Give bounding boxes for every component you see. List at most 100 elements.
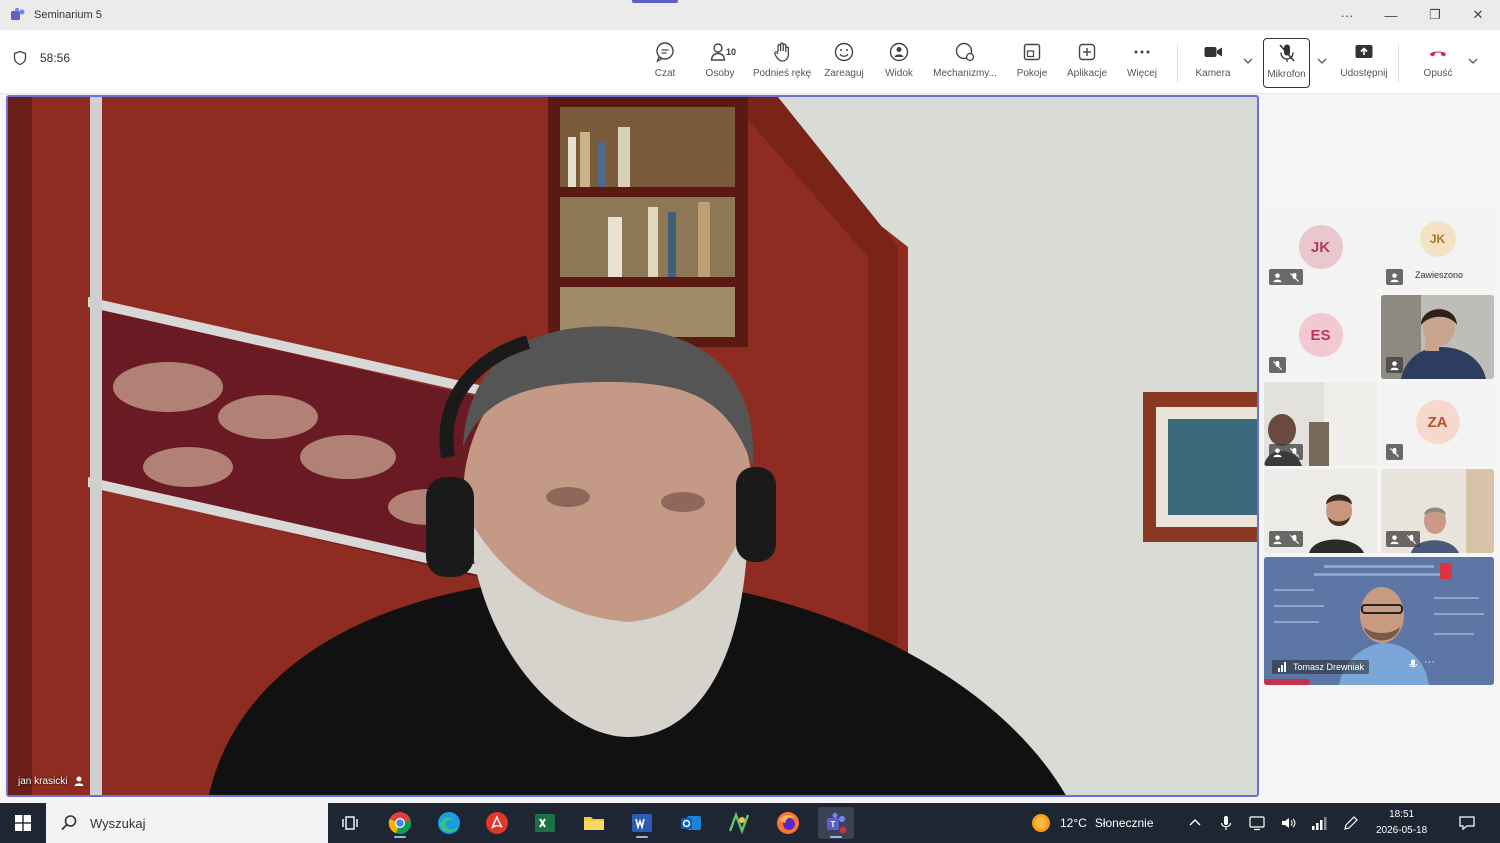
participant-status (1269, 269, 1303, 285)
participant-video-tile[interactable] (1381, 295, 1494, 379)
participant-icon (1273, 534, 1282, 544)
main-video-participant-name: jan krasicki (18, 775, 68, 787)
svg-text:T: T (831, 820, 836, 829)
shield-icon (13, 50, 27, 66)
speaking-bars-icon (1278, 662, 1286, 672)
rooms-button[interactable]: Pokoje (1004, 38, 1060, 88)
running-indicator (830, 836, 842, 838)
participant-status (1269, 531, 1303, 547)
task-view-glyph-icon (342, 816, 358, 830)
share-button[interactable]: Udostępnij (1336, 38, 1392, 88)
mic-label: Mikrofon (1267, 69, 1306, 80)
chat-button[interactable]: Czat (637, 38, 693, 88)
participant-avatar: ES (1298, 313, 1343, 357)
participant-icon (74, 776, 84, 786)
participant-tile[interactable]: JK Zawieszono (1381, 207, 1494, 291)
taskbar-clock[interactable]: 18:51 2026-05-18 (1376, 807, 1427, 839)
camera-chevron-down-icon[interactable] (1241, 54, 1255, 68)
acrobat-glyph-icon (486, 812, 508, 834)
network-icon[interactable] (1310, 814, 1328, 832)
participant-tile[interactable]: ES (1264, 295, 1377, 379)
teams-taskbar-icon[interactable]: T (818, 807, 854, 839)
mic-off-icon (1272, 360, 1283, 370)
speaker-tile[interactable]: Tomasz Drewniak ··· (1264, 557, 1494, 685)
file-explorer-icon[interactable] (576, 807, 612, 839)
maps-glyph-icon (728, 811, 750, 835)
mic-off-icon (1406, 534, 1417, 544)
speaker-video-feed (8, 97, 1257, 795)
raise-hand-button[interactable]: Podnieś rękę (753, 38, 811, 88)
close-button[interactable]: ✕ (1456, 0, 1500, 30)
rooms-label: Pokoje (1016, 68, 1048, 79)
participant-icon (1390, 360, 1399, 370)
running-indicator (636, 836, 648, 838)
outlook-icon[interactable] (673, 807, 709, 839)
chevron-up-icon[interactable] (1186, 814, 1204, 832)
display-tray-icon[interactable] (1248, 814, 1266, 832)
apps-label: Aplikacje (1066, 68, 1108, 79)
participant-video-tile[interactable] (1264, 469, 1377, 553)
mic-off-icon (1289, 272, 1300, 282)
apps-plus-icon (1078, 43, 1096, 61)
hand-icon (774, 42, 790, 62)
excel-icon[interactable] (527, 807, 563, 839)
leave-label: Opuść (1423, 68, 1453, 79)
mic-button[interactable]: Mikrofon (1263, 38, 1310, 88)
word-icon[interactable] (624, 807, 660, 839)
folder-icon (584, 817, 604, 830)
camera-label: Kamera (1195, 68, 1231, 79)
edge-glyph-icon (438, 812, 460, 834)
edge-icon[interactable] (431, 807, 467, 839)
camera-button[interactable]: Kamera (1185, 38, 1241, 88)
chrome-glyph-icon (388, 812, 411, 835)
participant-status (1269, 444, 1303, 460)
mic-off-icon (1389, 447, 1400, 457)
participant-video-tile[interactable] (1264, 382, 1377, 466)
microphone-tray-icon[interactable] (1217, 814, 1235, 832)
share-screen-icon (1355, 45, 1373, 58)
apps-button[interactable]: Aplikacje (1059, 38, 1115, 88)
notifications-icon[interactable] (1458, 814, 1476, 832)
maps-app-icon[interactable] (721, 807, 757, 839)
toolbar-divider (1398, 44, 1399, 82)
volume-icon[interactable] (1279, 814, 1297, 832)
windows-taskbar: Wyszukaj T 12°C Słonecznie 18:51 2026-05… (0, 803, 1500, 843)
more-options-icon[interactable]: ··· (1325, 0, 1369, 30)
taskbar-search[interactable]: Wyszukaj (46, 803, 328, 843)
main-video[interactable]: jan krasicki (6, 95, 1259, 797)
firefox-icon[interactable] (770, 807, 806, 839)
chrome-icon[interactable] (382, 807, 418, 839)
react-button[interactable]: Zareaguj (816, 38, 872, 88)
chat-label: Czat (654, 68, 676, 79)
weather-description: Słonecznie (1094, 816, 1154, 830)
speaker-tile-name: Tomasz Drewniak (1272, 660, 1370, 674)
people-button[interactable]: 10 Osoby (692, 38, 748, 88)
title-bar: Seminarium 5 ··· — ❐ ✕ (0, 0, 1500, 30)
minimize-button[interactable]: — (1369, 0, 1413, 30)
toolbar-divider (1177, 44, 1178, 82)
participant-icon (1390, 534, 1399, 544)
timer-text: 58:56 (40, 51, 71, 65)
leave-chevron-down-icon[interactable] (1466, 54, 1480, 68)
restore-button[interactable]: ❐ (1413, 0, 1457, 30)
more-button[interactable]: Więcej (1114, 38, 1170, 88)
participant-tile[interactable]: JK (1264, 207, 1377, 291)
task-view-icon[interactable] (332, 807, 368, 839)
speaker-tile-options-icon[interactable]: ··· (1424, 656, 1435, 668)
participant-video-tile[interactable] (1381, 469, 1494, 553)
leave-button[interactable]: Opuść (1410, 38, 1466, 88)
acrobat-icon[interactable] (479, 807, 515, 839)
participant-icon (1273, 447, 1282, 457)
weather-widget[interactable]: 12°C Słonecznie (1030, 803, 1154, 843)
view-button[interactable]: Widok (871, 38, 927, 88)
participant-tile[interactable]: ZA (1381, 382, 1494, 466)
participant-icon (1390, 272, 1399, 282)
mic-chevron-down-icon[interactable] (1315, 54, 1329, 68)
start-button[interactable] (0, 803, 46, 843)
mechanisms-button[interactable]: Mechanizmy... (933, 38, 997, 88)
bookshelf (560, 107, 735, 337)
pen-tray-icon[interactable] (1342, 814, 1360, 832)
smiley-icon (834, 42, 854, 62)
more-label: Więcej (1126, 68, 1157, 79)
participant-avatar: ZA (1415, 400, 1460, 444)
